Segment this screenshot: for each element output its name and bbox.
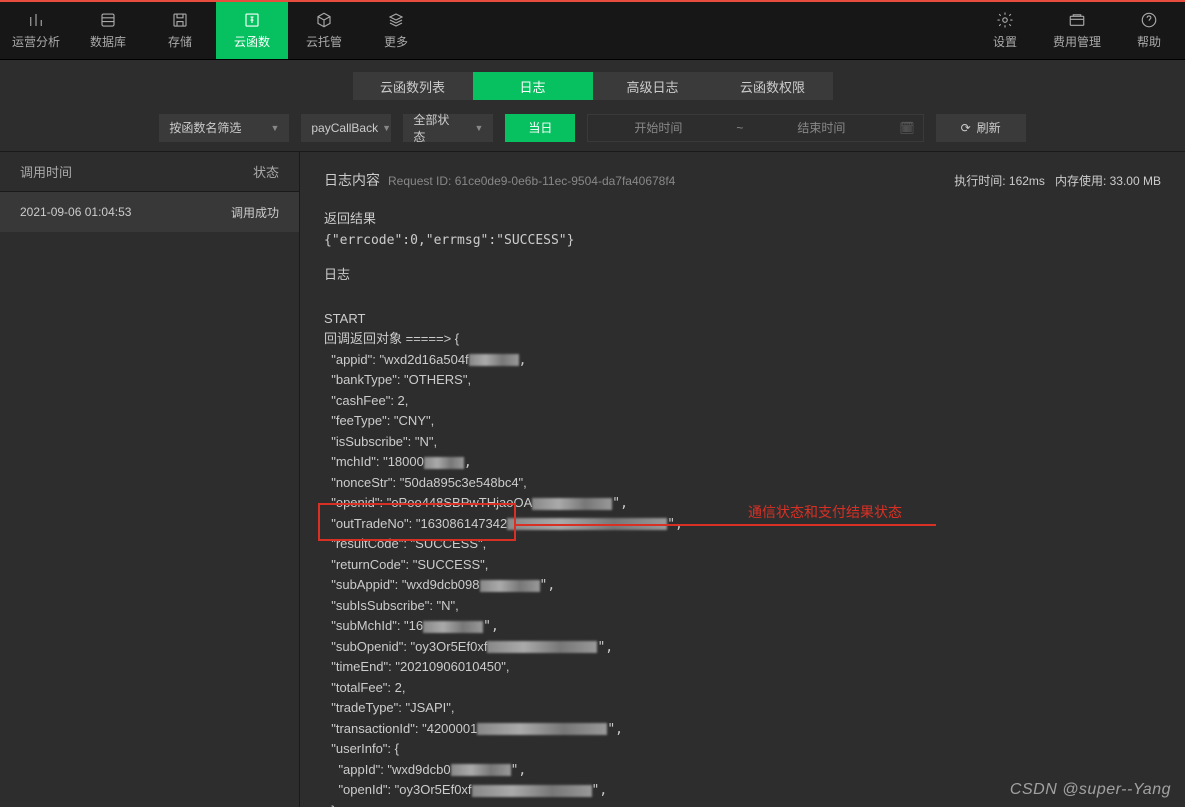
time-range-input[interactable]: 开始时间 ~ 结束时间 🗓: [587, 114, 923, 142]
col-time: 调用时间: [20, 162, 72, 181]
gear-icon: [996, 11, 1014, 29]
toolbar-list[interactable]: 数据库: [72, 2, 144, 59]
end-time: 结束时间: [751, 119, 891, 136]
table-row[interactable]: 2021-09-06 01:04:53 调用成功: [0, 192, 299, 232]
today-button[interactable]: 当日: [505, 114, 575, 142]
toolbar-help[interactable]: 帮助: [1113, 2, 1185, 59]
sub-tabs: 云函数列表日志高级日志云函数权限: [0, 60, 1185, 104]
subtab-高级日志[interactable]: 高级日志: [593, 72, 713, 100]
filter-bar: 按函数名筛选▼ payCallBack▼ 全部状态▼ 当日 开始时间 ~ 结束时…: [0, 104, 1185, 152]
log-body: START 回调返回对象 =====> { "appid": "wxd2d16a…: [324, 289, 1161, 807]
title-bar: 运营分析数据库存储云函数云托管更多 设置费用管理帮助: [0, 2, 1185, 60]
toolbar-bars[interactable]: 运营分析: [0, 2, 72, 59]
status-dropdown[interactable]: 全部状态▼: [403, 114, 493, 142]
metrics: 执行时间: 162ms 内存使用: 33.00 MB: [954, 172, 1161, 189]
cost-icon: [1068, 11, 1086, 29]
refresh-icon: ⟳: [961, 121, 971, 135]
save-icon: [171, 11, 189, 29]
request-id: Request ID: 61ce0de9-0e6b-11ec-9504-da7f…: [388, 174, 675, 188]
cube-icon: [315, 11, 333, 29]
sidebar-header: 调用时间 状态: [0, 152, 299, 192]
toolbar-gear[interactable]: 设置: [969, 2, 1041, 59]
return-result-label: 返回结果: [324, 208, 1161, 227]
call-list-sidebar: 调用时间 状态 2021-09-06 01:04:53 调用成功: [0, 152, 300, 807]
row-time: 2021-09-06 01:04:53: [20, 205, 131, 219]
list-icon: [99, 11, 117, 29]
start-time: 开始时间: [588, 119, 728, 136]
toolbar-cost[interactable]: 费用管理: [1041, 2, 1113, 59]
subtab-云函数列表[interactable]: 云函数列表: [353, 72, 473, 100]
function-name-dropdown[interactable]: payCallBack▼: [301, 114, 391, 142]
toolbar-stack[interactable]: 更多: [360, 2, 432, 59]
fn-icon: [243, 11, 261, 29]
col-status: 状态: [253, 162, 279, 181]
log-label: 日志: [324, 264, 1161, 283]
refresh-button[interactable]: ⟳ 刷新: [936, 114, 1026, 142]
help-icon: [1140, 11, 1158, 29]
stack-icon: [387, 11, 405, 29]
log-title: 日志内容: [324, 170, 380, 190]
subtab-云函数权限[interactable]: 云函数权限: [713, 72, 833, 100]
toolbar-cube[interactable]: 云托管: [288, 2, 360, 59]
toolbar-save[interactable]: 存储: [144, 2, 216, 59]
return-result: {"errcode":0,"errmsg":"SUCCESS"}: [324, 233, 1161, 248]
bars-icon: [27, 11, 45, 29]
toolbar-fn[interactable]: 云函数: [216, 2, 288, 59]
subtab-日志[interactable]: 日志: [473, 72, 593, 100]
filter-by-dropdown[interactable]: 按函数名筛选▼: [159, 114, 289, 142]
calendar-icon: 🗓: [891, 121, 922, 135]
row-status: 调用成功: [231, 204, 279, 221]
log-content: 日志内容 Request ID: 61ce0de9-0e6b-11ec-9504…: [300, 152, 1185, 807]
